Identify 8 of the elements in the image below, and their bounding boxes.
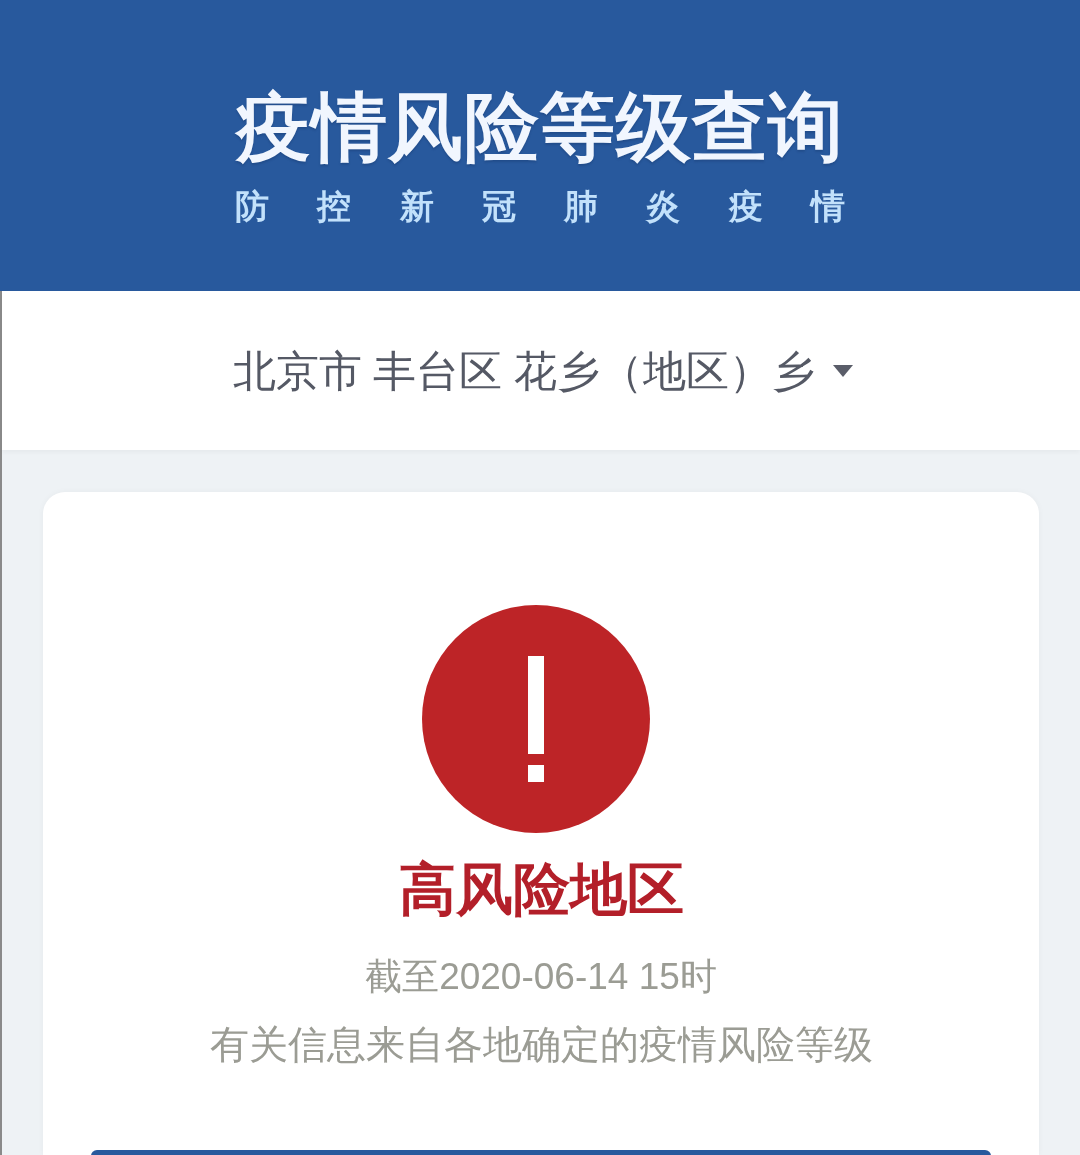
risk-level-label: 高风险地区 <box>398 856 684 923</box>
page-subtitle: 防 控 新 冠 肺 炎 疫 情 <box>235 186 845 227</box>
caret-icon <box>833 364 854 377</box>
update-time: 截至2020-06-14 15时 <box>365 955 717 999</box>
source-note: 有关信息来自各地确定的疫情风险等级 <box>209 1022 873 1068</box>
location-dropdown[interactable]: 北京市 丰台区 花乡（地区）乡 <box>228 336 858 405</box>
action-button[interactable] <box>91 1150 991 1155</box>
page-title: 疫情风险等级查询 <box>236 84 844 170</box>
